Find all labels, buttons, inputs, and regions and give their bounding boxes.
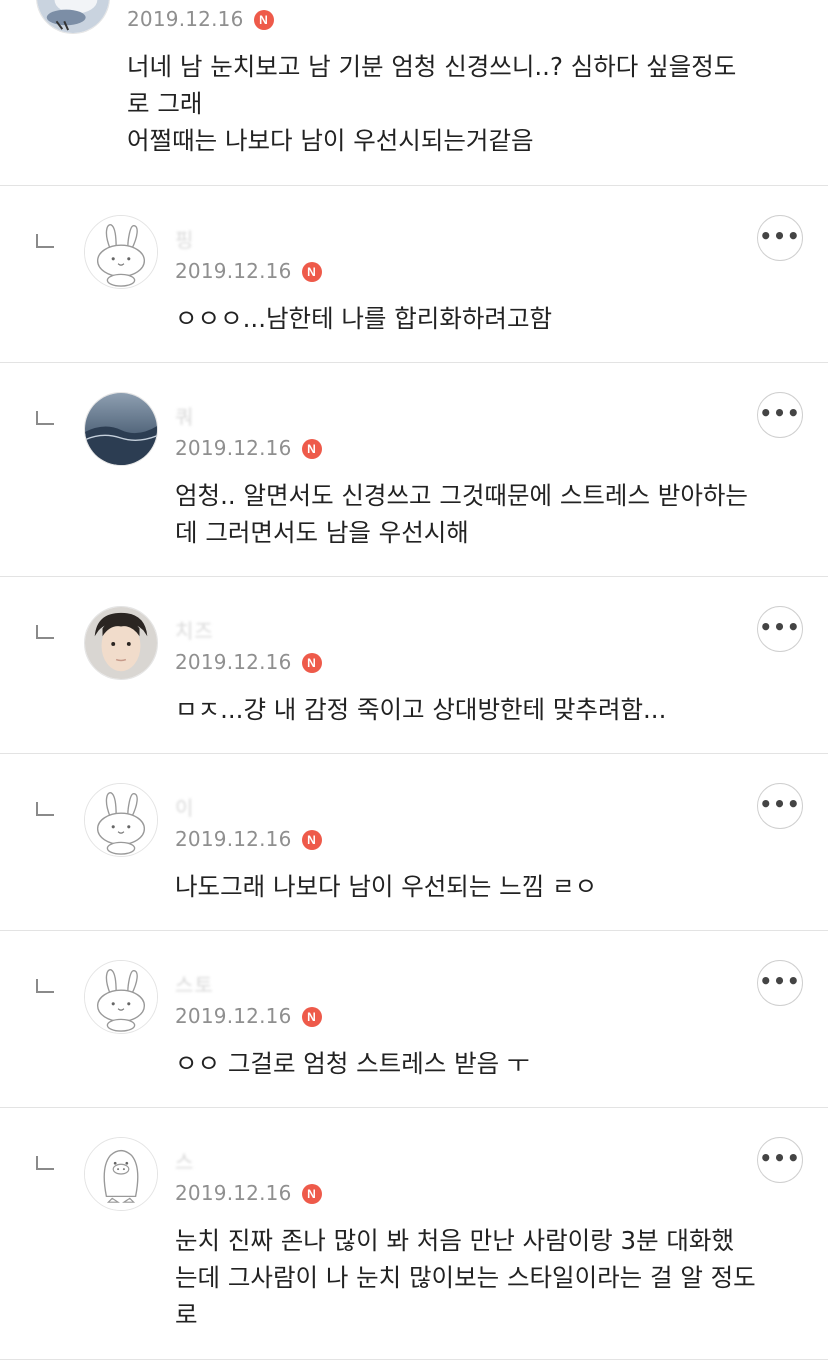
reply-indicator-icon	[36, 1156, 54, 1170]
reply-indicator-icon	[36, 625, 54, 639]
comment-item: 이 2019.12.16 N 나도그래 나보다 남이 우선되는 느낌 ㄹㅇ •••	[0, 754, 828, 931]
more-options-button[interactable]: •••	[757, 783, 803, 829]
comment-text: 엄청.. 알면서도 신경쓰고 그것때문에 스트레스 받아하는 데 그러면서도 남…	[175, 481, 748, 547]
new-badge: N	[301, 439, 322, 459]
author-name: 핑	[175, 228, 195, 252]
comment-item: 스 2019.12.16 N 눈치 진짜 존나 많이 봐 처음 만난 사람이랑 3…	[0, 1108, 828, 1361]
author-name: 스토	[175, 973, 214, 997]
comment-item: 2019.12.16 N 너네 남 눈치보고 남 기분 엄청 신경쓰니..? 심하…	[0, 0, 828, 186]
more-options-button[interactable]: •••	[757, 1137, 803, 1183]
comment-date: 2019.12.16 N	[175, 1004, 322, 1028]
avatar[interactable]	[36, 0, 110, 34]
divider	[0, 1359, 828, 1360]
avatar[interactable]	[84, 215, 158, 289]
comment-text: 나도그래 나보다 남이 우선되는 느낌 ㄹㅇ	[175, 872, 598, 901]
comment-date: 2019.12.16 N	[175, 436, 322, 460]
new-badge: N	[301, 830, 322, 850]
author-name: 치즈	[175, 619, 214, 643]
more-options-button[interactable]: •••	[757, 392, 803, 438]
avatar[interactable]	[84, 960, 158, 1034]
reply-indicator-icon	[36, 234, 54, 248]
new-badge: N	[301, 1184, 322, 1204]
reply-indicator-icon	[36, 979, 54, 993]
more-options-button[interactable]: •••	[757, 606, 803, 652]
comment-text: 너네 남 눈치보고 남 기분 엄청 신경쓰니..? 심하다 싶을정도 로 그래 …	[127, 52, 737, 155]
reply-indicator-icon	[36, 802, 54, 816]
comment-date: 2019.12.16 N	[175, 650, 322, 674]
comment-text: ㅇㅇㅇ...남한테 나를 합리화하려고함	[175, 304, 553, 333]
author-name: 스	[175, 1150, 195, 1174]
comment-item: 쿼 2019.12.16 N 엄청.. 알면서도 신경쓰고 그것때문에 스트레스 …	[0, 363, 828, 577]
comment-item: 핑 2019.12.16 N ㅇㅇㅇ...남한테 나를 합리화하려고함 •••	[0, 186, 828, 363]
new-badge: N	[253, 10, 274, 30]
author-name: 이	[175, 796, 195, 820]
comment-date: 2019.12.16 N	[175, 259, 322, 283]
new-badge: N	[301, 262, 322, 282]
new-badge: N	[301, 653, 322, 673]
author-name: 쿼	[175, 405, 195, 429]
more-options-button[interactable]: •••	[757, 215, 803, 261]
avatar[interactable]	[84, 1137, 158, 1211]
avatar[interactable]	[84, 606, 158, 680]
new-badge: N	[301, 1007, 322, 1027]
avatar[interactable]	[84, 392, 158, 466]
more-options-button[interactable]: •••	[757, 960, 803, 1006]
comment-date: 2019.12.16 N	[127, 7, 274, 31]
comment-text: ㅇㅇ 그걸로 엄청 스트레스 받음 ㅜ	[175, 1049, 530, 1078]
comment-item: 치즈 2019.12.16 N ㅁㅈ...걍 내 감정 죽이고 상대방한테 맞추려…	[0, 577, 828, 754]
comment-text: 눈치 진짜 존나 많이 봐 처음 만난 사람이랑 3분 대화했 는데 그사람이 …	[175, 1226, 756, 1329]
avatar[interactable]	[84, 783, 158, 857]
comment-text: ㅁㅈ...걍 내 감정 죽이고 상대방한테 맞추려함...	[175, 695, 667, 724]
comment-date: 2019.12.16 N	[175, 1181, 322, 1205]
reply-indicator-icon	[36, 411, 54, 425]
comment-date: 2019.12.16 N	[175, 827, 322, 851]
comment-item: 스토 2019.12.16 N ㅇㅇ 그걸로 엄청 스트레스 받음 ㅜ •••	[0, 931, 828, 1108]
